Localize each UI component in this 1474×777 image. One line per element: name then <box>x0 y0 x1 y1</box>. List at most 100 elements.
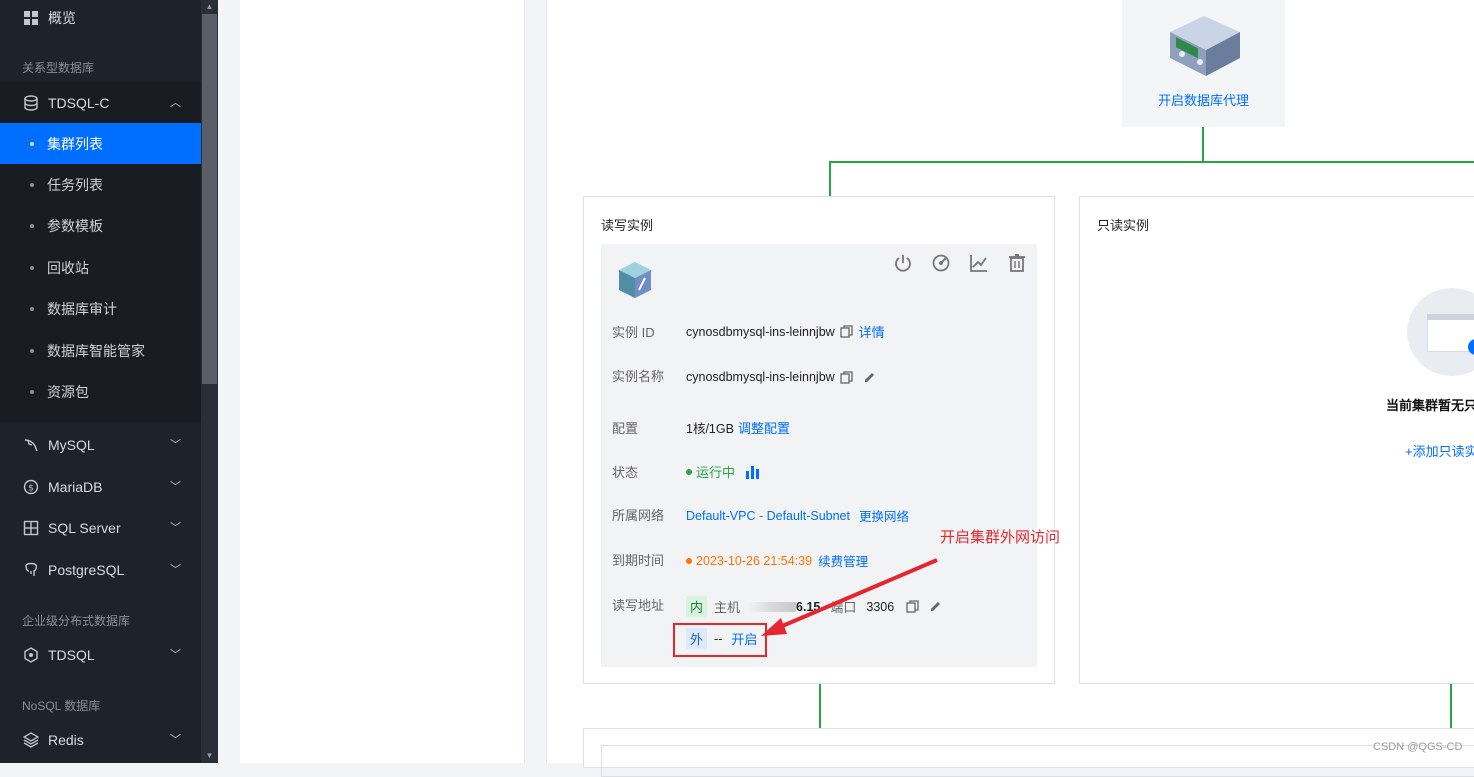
sidebar-item-cluster-list[interactable]: 集群列表 <box>0 123 201 164</box>
scroll-up-icon[interactable]: ▲ <box>201 0 218 14</box>
sidebar-item-label: PostgreSQL <box>48 561 125 578</box>
details-link[interactable]: 详情 <box>859 322 885 341</box>
vpc-link[interactable]: Default-VPC <box>686 509 755 523</box>
subnet-link[interactable]: Default-Subnet <box>767 509 850 523</box>
instance-id-row: cynosdbmysql-ins-leinnjbw 详情 <box>686 322 885 341</box>
connector-line <box>1202 127 1204 162</box>
empty-state-icon: ! <box>1407 288 1474 376</box>
sidebar-item-dbbrain[interactable]: 数据库智能管家 <box>0 330 201 371</box>
status-row: 运行中 <box>686 462 761 481</box>
ro-card-title: 只读实例 <box>1097 218 1150 233</box>
sidebar-item-label: 集群列表 <box>47 135 103 152</box>
network-row: Default-VPC - Default-Subnet 更换网络 <box>686 506 909 525</box>
chevron-up-icon: ︿ <box>170 97 181 109</box>
annotation-text: 开启集群外网访问 <box>940 529 1061 546</box>
annotation-arrow-icon <box>761 558 938 636</box>
sidebar-item-redis[interactable]: Redis ﹀ <box>0 719 201 760</box>
sidebar-item-tdsqlc[interactable]: TDSQL-C ︿ <box>0 82 201 123</box>
bullet-icon <box>30 182 34 187</box>
grid-icon <box>22 9 40 27</box>
status-dot-icon <box>686 468 692 475</box>
copy-icon[interactable] <box>840 370 853 384</box>
sidebar: 概览 关系型数据库 TDSQL-C ︿ 集群列表 任务列表 参数模板 回收站 数… <box>0 0 201 763</box>
left-panel <box>240 0 525 763</box>
scrollbar-thumb[interactable] <box>202 14 217 384</box>
outer-tag: 外 <box>686 628 708 649</box>
sidebar-item-overview[interactable]: 概览 <box>0 0 201 35</box>
instance-name-label: 实例名称 <box>612 369 665 384</box>
bullet-icon <box>30 265 34 270</box>
dashboard-icon[interactable] <box>931 253 951 273</box>
coin-icon: $ <box>22 478 40 496</box>
chart-line-icon[interactable] <box>969 253 989 273</box>
instance-name-row: cynosdbmysql-ins-leinnjbw <box>686 370 876 384</box>
bullet-icon <box>30 223 34 228</box>
grid-icon <box>22 519 40 537</box>
empty-doc-header <box>1427 314 1474 320</box>
rw-card-title: 读写实例 <box>601 218 654 233</box>
sidebar-item-tdsql[interactable]: TDSQL ﹀ <box>0 634 201 675</box>
svg-text:$: $ <box>28 483 34 493</box>
chevron-down-icon: ﹀ <box>170 734 181 746</box>
config-value: 1核/1GB <box>686 422 734 436</box>
power-icon[interactable] <box>893 253 913 273</box>
sidebar-item-postgresql[interactable]: PostgreSQL ﹀ <box>0 549 201 590</box>
outer-address-row: 外 -- 开启 <box>686 628 757 649</box>
inner-tag: 内 <box>686 596 708 617</box>
change-network-link[interactable]: 更换网络 <box>859 506 909 525</box>
section-relational: 关系型数据库 <box>22 61 95 75</box>
chevron-down-icon: ﹀ <box>170 564 181 576</box>
sidebar-item-label: SQL Server <box>48 519 121 536</box>
sidebar-item-mysql[interactable]: MySQL ﹀ <box>0 424 201 465</box>
bottom-inner-panel <box>601 745 1474 777</box>
chevron-down-icon: ﹀ <box>170 522 181 534</box>
sidebar-item-label: 数据库审计 <box>47 300 117 317</box>
expire-label: 到期时间 <box>612 553 665 568</box>
sidebar-item-label: 资源包 <box>47 383 89 400</box>
enable-proxy-link[interactable]: 开启数据库代理 <box>1122 90 1285 109</box>
sidebar-item-task-list[interactable]: 任务列表 <box>0 164 201 205</box>
sidebar-item-label: 任务列表 <box>47 176 103 193</box>
adjust-config-link[interactable]: 调整配置 <box>738 418 790 437</box>
bullet-icon <box>30 306 34 311</box>
add-readonly-link[interactable]: +添加只读实 <box>1405 441 1474 460</box>
sidebar-item-db-audit[interactable]: 数据库审计 <box>0 288 201 329</box>
chevron-down-icon: ﹀ <box>170 481 181 493</box>
database-icon <box>22 94 40 112</box>
topology-panel: 开启数据库代理 读写实例 实例 ID cynosdbmysql-ins-lein… <box>546 0 1474 777</box>
sidebar-item-recycle-bin[interactable]: 回收站 <box>0 247 201 288</box>
instance-id-value: cynosdbmysql-ins-leinnjbw <box>686 324 835 339</box>
instance-cube-icon <box>619 262 651 298</box>
network-label: 所属网络 <box>612 508 665 523</box>
sidebar-scrollbar[interactable]: ▲ ▼ <box>201 0 218 763</box>
copy-icon[interactable] <box>840 325 853 338</box>
sidebar-item-mariadb[interactable]: $ MariaDB ﹀ <box>0 466 201 507</box>
proxy-card[interactable]: 开启数据库代理 <box>1122 0 1285 127</box>
watermark: CSDN @QGS-CD <box>1373 741 1463 753</box>
sidebar-item-param-template[interactable]: 参数模板 <box>0 205 201 246</box>
bar-chart-icon[interactable] <box>745 464 761 479</box>
edit-icon[interactable] <box>863 371 876 384</box>
section-enterprise: 企业级分布式数据库 <box>22 614 131 628</box>
sidebar-item-resource-pack[interactable]: 资源包 <box>0 371 201 412</box>
chevron-down-icon: ﹀ <box>170 439 181 451</box>
scroll-down-icon[interactable]: ▼ <box>201 749 218 763</box>
bullet-icon <box>30 141 34 146</box>
enable-external-link[interactable]: 开启 <box>731 629 757 648</box>
ro-instance-card: 只读实例 ! 当前集群暂无只 +添加只读实 <box>1079 196 1474 684</box>
host-label: 主机 <box>714 600 741 615</box>
config-row: 1核/1GB 调整配置 <box>686 418 790 437</box>
sidebar-item-label: 参数模板 <box>47 217 103 234</box>
section-nosql: NoSQL 数据库 <box>22 699 101 713</box>
elephant-icon <box>22 561 40 579</box>
connector-line <box>829 161 1474 163</box>
instance-name-value: cynosdbmysql-ins-leinnjbw <box>686 370 835 384</box>
sidebar-item-sqlserver[interactable]: SQL Server ﹀ <box>0 507 201 548</box>
network-separator: - <box>755 508 767 523</box>
hexagon-icon <box>22 646 40 664</box>
info-badge-icon: ! <box>1468 339 1474 355</box>
trash-icon[interactable] <box>1007 253 1027 273</box>
ro-empty-text: 当前集群暂无只 <box>1386 398 1474 413</box>
connector-line <box>819 684 821 728</box>
connector-line <box>829 161 831 196</box>
